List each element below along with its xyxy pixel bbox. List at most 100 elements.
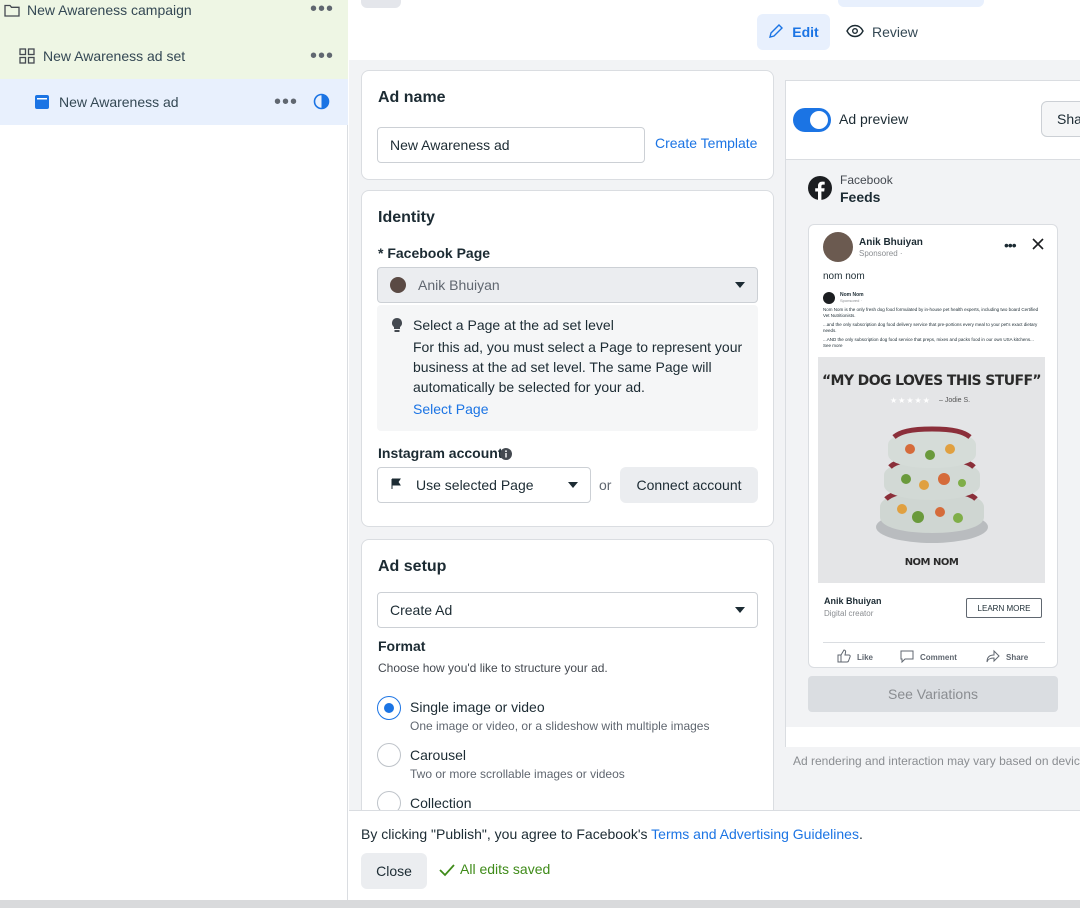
format-option-desc: Two or more scrollable images or videos	[410, 767, 625, 781]
post-text: nom nom	[823, 271, 865, 282]
share-button[interactable]: Sha	[1041, 101, 1080, 137]
toolbar-tab-stub[interactable]	[361, 0, 401, 8]
close-button-label: Close	[376, 863, 412, 879]
format-option-label: Carousel	[410, 747, 467, 763]
grid-icon	[19, 48, 35, 67]
edit-mode-button[interactable]: Edit	[757, 14, 830, 50]
tree-item-adset[interactable]: New Awareness ad set •••	[0, 33, 348, 79]
see-variations-label: See Variations	[887, 686, 978, 702]
inner-text-1: Nom Nom is the only fresh dog food formu…	[823, 307, 1039, 318]
close-icon[interactable]	[1032, 237, 1044, 253]
brand-avatar	[823, 292, 835, 304]
thumbs-up-icon	[837, 649, 851, 665]
placement-label: Feeds	[840, 189, 881, 205]
comment-icon	[900, 649, 914, 665]
food-packs-illustration	[876, 426, 988, 543]
format-option-label: Single image or video	[410, 699, 545, 715]
ad-creation-select[interactable]: Create Ad	[377, 592, 758, 628]
like-label: Like	[857, 652, 874, 662]
identity-heading: Identity	[378, 209, 435, 226]
terms-link[interactable]: Terms and Advertising Guidelines	[651, 826, 859, 842]
ad-creation-value: Create Ad	[390, 602, 453, 618]
tree-item-ad[interactable]: New Awareness ad •••	[0, 79, 348, 125]
inner-text-3: ...AND the only subscription dog food se…	[823, 337, 1034, 348]
chevron-down-icon	[735, 607, 745, 613]
page-avatar	[390, 277, 406, 293]
inner-meta: Sponsored ·	[840, 298, 862, 303]
comment-action[interactable]: Comment	[900, 649, 957, 665]
comment-label: Comment	[920, 652, 957, 662]
ad-more-icon[interactable]: •••	[274, 92, 298, 112]
post-more-icon[interactable]: •••	[1004, 237, 1017, 253]
share-action[interactable]: Share	[986, 649, 1028, 665]
instagram-label: Instagram account	[378, 445, 503, 461]
cta-name: Anik Bhuiyan	[824, 596, 882, 606]
post-author: Anik Bhuiyan	[859, 237, 923, 248]
tree-item-campaign[interactable]: New Awareness campaign •••	[0, 0, 348, 33]
like-action[interactable]: Like	[837, 649, 873, 665]
creative-brand-mark: NOM NOM	[904, 557, 959, 568]
ad-setup-card: Ad setup Create Ad Format Choose how you…	[361, 539, 774, 819]
toolbar-tab-stub-active[interactable]	[838, 0, 984, 7]
campaign-name: New Awareness campaign	[27, 2, 192, 18]
review-label: Review	[872, 24, 918, 40]
ad-name-input[interactable]: New Awareness ad	[377, 127, 645, 163]
facebook-page-value: Anik Bhuiyan	[418, 277, 500, 293]
ad-icon	[35, 95, 49, 112]
ad-name-value: New Awareness ad	[390, 137, 510, 153]
or-text: or	[599, 477, 612, 493]
see-variations-button[interactable]: See Variations	[808, 676, 1058, 712]
adset-more-icon[interactable]: •••	[310, 46, 334, 66]
ad-setup-heading: Ad setup	[378, 558, 447, 575]
inner-text-2: ...and the only subscription dog food de…	[823, 322, 1038, 333]
format-radio-single[interactable]	[377, 696, 401, 720]
ad-name-card: Ad name New Awareness ad Create Template	[361, 70, 774, 180]
campaign-more-icon[interactable]: •••	[310, 0, 334, 19]
cta-bar: Anik Bhuiyan Digital creator LEARN MORE	[818, 584, 1046, 624]
footer-bar: By clicking "Publish", you agree to Face…	[349, 810, 1080, 900]
learn-more-button[interactable]: LEARN MORE	[966, 598, 1042, 618]
close-button[interactable]: Close	[361, 853, 427, 889]
connect-account-button[interactable]: Connect account	[620, 467, 758, 503]
avatar	[823, 232, 853, 262]
ad-preview-toggle[interactable]	[793, 108, 831, 132]
campaign-tree: New Awareness campaign ••• New Awareness…	[0, 0, 348, 900]
checkmark-icon	[439, 863, 455, 880]
format-option-desc: One image or video, or a slideshow with …	[410, 719, 710, 733]
share-button-label: Sha	[1057, 111, 1080, 127]
eye-icon	[846, 24, 864, 41]
select-page-link[interactable]: Select Page	[413, 401, 489, 417]
share-label: Share	[1006, 652, 1029, 662]
format-label: Format	[378, 638, 426, 654]
post-meta: Sponsored ·	[859, 249, 903, 258]
status-half-circle-icon	[313, 93, 330, 113]
format-help: Choose how you'd like to structure your …	[378, 661, 608, 675]
publish-agreement: By clicking "Publish", you agree to Face…	[361, 826, 863, 842]
page-info-box: Select a Page at the ad set level For th…	[377, 305, 758, 431]
info-body: For this ad, you must select a Page to r…	[413, 339, 743, 395]
facebook-page-select[interactable]: Anik Bhuiyan	[377, 267, 758, 303]
format-radio-carousel[interactable]	[377, 743, 401, 767]
instagram-account-select[interactable]: Use selected Page	[377, 467, 591, 503]
chevron-down-icon	[568, 482, 578, 488]
format-option-label: Collection	[410, 795, 472, 811]
platform-label: Facebook	[840, 173, 893, 187]
flag-icon	[390, 477, 402, 493]
pencil-icon	[768, 23, 784, 42]
edit-label: Edit	[792, 24, 819, 40]
facebook-logo-icon	[808, 176, 832, 203]
info-title: Select a Page at the ad set level	[413, 317, 614, 333]
inner-post: Nom Nom Sponsored · Nom Nom is the only …	[818, 288, 1046, 358]
create-template-link[interactable]: Create Template	[655, 135, 757, 151]
preview-disclaimer: Ad rendering and interaction may vary ba…	[793, 754, 1080, 768]
connect-account-label: Connect account	[636, 477, 742, 493]
cta-sub: Digital creator	[824, 609, 874, 618]
chevron-down-icon	[735, 282, 745, 288]
identity-card: Identity * Facebook Page Anik Bhuiyan Se…	[361, 190, 774, 527]
learn-more-label: LEARN MORE	[977, 603, 1031, 613]
bottom-edge	[0, 900, 1080, 908]
saved-status: All edits saved	[460, 861, 551, 877]
facebook-page-label: * Facebook Page	[378, 245, 491, 261]
review-mode-button[interactable]: Review	[846, 14, 926, 50]
agree-text: By clicking "Publish", you agree to Face…	[361, 826, 652, 842]
